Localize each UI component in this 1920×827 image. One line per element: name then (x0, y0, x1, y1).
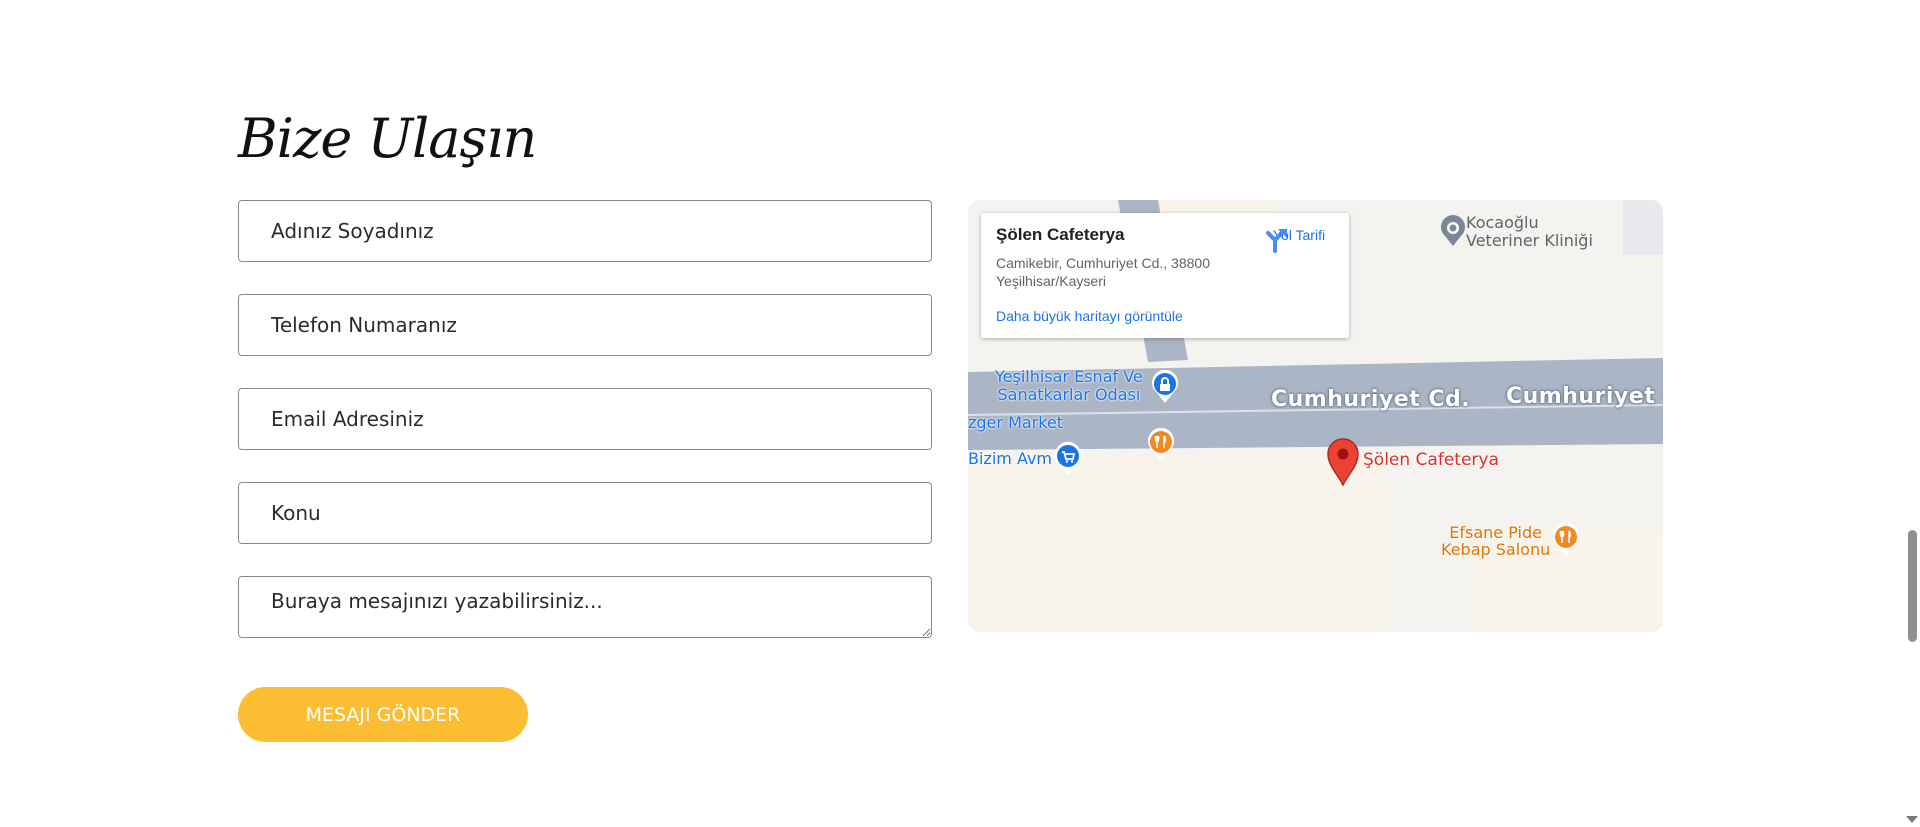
larger-map-link[interactable]: Daha büyük haritayı görüntüle (996, 308, 1183, 324)
chamber-name-line2: Sanatkarlar Odası (997, 385, 1141, 404)
pide-name-line1: Efsane Pide (1449, 523, 1542, 542)
place-info-card: Şölen Cafeterya Camikebir, Cumhuriyet Cd… (981, 213, 1349, 338)
street-label-main: Cumhuriyet Cd. (1271, 387, 1471, 412)
map-embed[interactable]: Şölen Cafeterya Camikebir, Cumhuriyet Cd… (968, 200, 1663, 632)
name-field[interactable] (238, 200, 932, 262)
page-title: Bize Ulaşın (238, 107, 537, 170)
place-address: Camikebir, Cumhuriyet Cd., 38800 Yeşilhi… (996, 255, 1210, 289)
chamber-label[interactable]: Yeşilhisar Esnaf Ve Sanatkarlar Odası (995, 368, 1143, 404)
phone-field[interactable] (238, 294, 932, 356)
place-name: Şölen Cafeterya (996, 225, 1125, 244)
restaurant-icon[interactable] (1551, 523, 1581, 557)
vet-clinic-name-line1: Kocaoğlu (1466, 213, 1539, 232)
message-field[interactable] (238, 576, 932, 638)
email-field[interactable] (238, 388, 932, 450)
directions-button[interactable]: Yol Tarifi (1264, 225, 1334, 253)
chamber-name-line1: Yeşilhisar Esnaf Ve (995, 367, 1143, 386)
lock-icon[interactable] (1150, 370, 1180, 404)
scroll-down-arrow-icon[interactable] (1906, 816, 1918, 823)
market-label[interactable]: zger Market (968, 413, 1063, 432)
send-message-button[interactable]: MESAJI GÖNDER (238, 687, 528, 742)
location-pin-icon[interactable] (1325, 436, 1361, 486)
contact-form: MESAJI GÖNDER (238, 200, 932, 742)
pide-name-line2: Kebap Salonu (1441, 540, 1551, 559)
page-scrollbar[interactable] (1903, 0, 1920, 827)
vet-clinic-label[interactable]: Kocaoğlu Veteriner Kliniği (1466, 214, 1593, 250)
directions-icon (1266, 229, 1287, 253)
vet-clinic-name-line2: Veteriner Kliniği (1466, 231, 1593, 250)
subject-field[interactable] (238, 482, 932, 544)
vet-clinic-icon[interactable] (1439, 215, 1467, 247)
avm-label[interactable]: Bizim Avm (968, 449, 1052, 468)
restaurant-icon[interactable] (1146, 428, 1176, 462)
scrollbar-thumb[interactable] (1908, 530, 1917, 642)
pide-label[interactable]: Efsane Pide Kebap Salonu (1441, 524, 1550, 558)
street-label-secondary: Cumhuriyet C (1506, 384, 1663, 409)
shopping-cart-icon[interactable] (1053, 442, 1083, 476)
cafeteria-marker-label[interactable]: Şölen Cafeterya (1363, 450, 1499, 470)
